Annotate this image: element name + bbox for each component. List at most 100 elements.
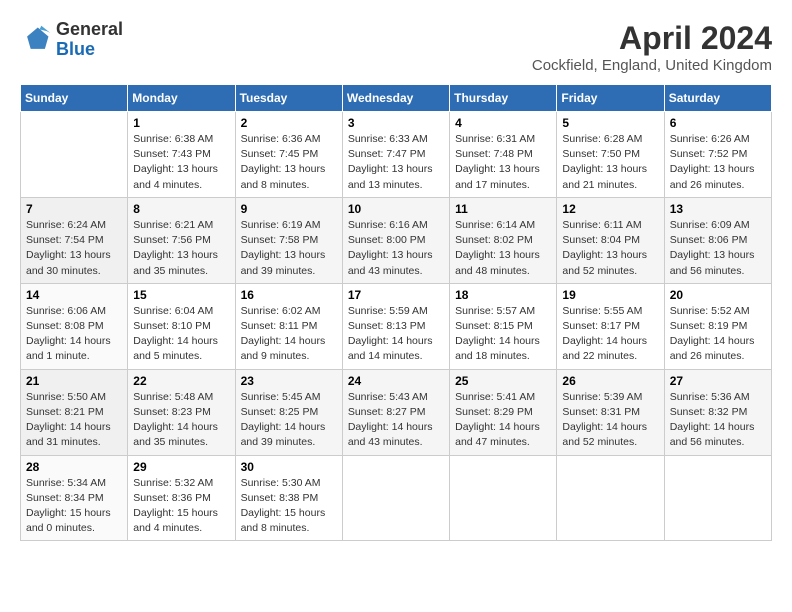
day-cell: 12 Sunrise: 6:11 AMSunset: 8:04 PMDayligh… [557, 197, 664, 283]
week-row-1: 1Sunrise: 6:38 AMSunset: 7:43 PMDaylight… [21, 112, 772, 198]
day-cell: 23 Sunrise: 5:45 AMSunset: 8:25 PMDayligh… [235, 369, 342, 455]
day-info: Sunrise: 6:26 AMSunset: 7:52 PMDaylight:… [670, 132, 766, 193]
day-number: 21 [26, 374, 122, 388]
day-cell: 15Sunrise: 6:04 AMSunset: 8:10 PMDayligh… [128, 283, 235, 369]
day-info: Sunrise: 6:02 AMSunset: 8:11 PMDaylight:… [241, 304, 337, 365]
day-info: Sunrise: 6:21 AMSunset: 7:56 PMDaylight:… [133, 218, 229, 279]
day-number: 7 [26, 202, 122, 216]
day-cell: 19 Sunrise: 5:55 AMSunset: 8:17 PMDayligh… [557, 283, 664, 369]
day-number: 27 [670, 374, 766, 388]
day-cell [342, 455, 449, 541]
day-info: Sunrise: 5:36 AMSunset: 8:32 PMDaylight:… [670, 390, 766, 451]
day-info: Sunrise: 6:11 AMSunset: 8:04 PMDaylight:… [562, 218, 658, 279]
day-number: 22 [133, 374, 229, 388]
day-info: Sunrise: 5:43 AMSunset: 8:27 PMDaylight:… [348, 390, 444, 451]
day-cell: 22 Sunrise: 5:48 AMSunset: 8:23 PMDayligh… [128, 369, 235, 455]
day-cell: 5Sunrise: 6:28 AMSunset: 7:50 PMDaylight… [557, 112, 664, 198]
day-number: 9 [241, 202, 337, 216]
day-info: Sunrise: 5:50 AMSunset: 8:21 PMDaylight:… [26, 390, 122, 451]
day-info: Sunrise: 6:33 AMSunset: 7:47 PMDaylight:… [348, 132, 444, 193]
week-row-5: 28 Sunrise: 5:34 AMSunset: 8:34 PMDayligh… [21, 455, 772, 541]
day-cell: 30 Sunrise: 5:30 AMSunset: 8:38 PMDayligh… [235, 455, 342, 541]
header-row: SundayMondayTuesdayWednesdayThursdayFrid… [21, 85, 772, 112]
day-cell: 9 Sunrise: 6:19 AMSunset: 7:58 PMDaylight… [235, 197, 342, 283]
day-cell: 28 Sunrise: 5:34 AMSunset: 8:34 PMDayligh… [21, 455, 128, 541]
day-number: 30 [241, 460, 337, 474]
day-number: 8 [133, 202, 229, 216]
day-number: 23 [241, 374, 337, 388]
day-info: Sunrise: 6:04 AMSunset: 8:10 PMDaylight:… [133, 304, 229, 365]
day-cell: 14 Sunrise: 6:06 AMSunset: 8:08 PMDayligh… [21, 283, 128, 369]
day-cell: 7 Sunrise: 6:24 AMSunset: 7:54 PMDaylight… [21, 197, 128, 283]
day-cell: 10 Sunrise: 6:16 AMSunset: 8:00 PMDayligh… [342, 197, 449, 283]
day-number: 13 [670, 202, 766, 216]
day-number: 20 [670, 288, 766, 302]
day-info: Sunrise: 6:16 AMSunset: 8:00 PMDaylight:… [348, 218, 444, 279]
calendar-header: SundayMondayTuesdayWednesdayThursdayFrid… [21, 85, 772, 112]
day-info: Sunrise: 5:55 AMSunset: 8:17 PMDaylight:… [562, 304, 658, 365]
logo: General Blue [20, 20, 123, 60]
header-sunday: Sunday [21, 85, 128, 112]
day-info: Sunrise: 6:09 AMSunset: 8:06 PMDaylight:… [670, 218, 766, 279]
header-wednesday: Wednesday [342, 85, 449, 112]
title-block: April 2024 Cockfield, England, United Ki… [532, 20, 772, 74]
day-info: Sunrise: 5:48 AMSunset: 8:23 PMDaylight:… [133, 390, 229, 451]
day-info: Sunrise: 5:57 AMSunset: 8:15 PMDaylight:… [455, 304, 551, 365]
day-number: 10 [348, 202, 444, 216]
day-number: 16 [241, 288, 337, 302]
day-number: 12 [562, 202, 658, 216]
day-number: 17 [348, 288, 444, 302]
calendar-table: SundayMondayTuesdayWednesdayThursdayFrid… [20, 84, 772, 541]
day-number: 29 [133, 460, 229, 474]
month-year-title: April 2024 [532, 20, 772, 57]
day-number: 1 [133, 116, 229, 130]
day-cell: 18 Sunrise: 5:57 AMSunset: 8:15 PMDayligh… [450, 283, 557, 369]
week-row-3: 14 Sunrise: 6:06 AMSunset: 8:08 PMDayligh… [21, 283, 772, 369]
day-info: Sunrise: 6:24 AMSunset: 7:54 PMDaylight:… [26, 218, 122, 279]
day-cell: 3Sunrise: 6:33 AMSunset: 7:47 PMDaylight… [342, 112, 449, 198]
day-number: 19 [562, 288, 658, 302]
page-header: General Blue April 2024 Cockfield, Engla… [20, 20, 772, 74]
logo-blue-text: Blue [56, 39, 95, 59]
day-info: Sunrise: 5:45 AMSunset: 8:25 PMDaylight:… [241, 390, 337, 451]
day-cell: 24 Sunrise: 5:43 AMSunset: 8:27 PMDayligh… [342, 369, 449, 455]
header-saturday: Saturday [664, 85, 771, 112]
location-subtitle: Cockfield, England, United Kingdom [532, 57, 772, 74]
day-number: 2 [241, 116, 337, 130]
day-cell: 20 Sunrise: 5:52 AMSunset: 8:19 PMDayligh… [664, 283, 771, 369]
day-number: 24 [348, 374, 444, 388]
day-info: Sunrise: 5:32 AMSunset: 8:36 PMDaylight:… [133, 476, 229, 537]
day-number: 6 [670, 116, 766, 130]
day-number: 4 [455, 116, 551, 130]
day-info: Sunrise: 5:30 AMSunset: 8:38 PMDaylight:… [241, 476, 337, 537]
day-cell [21, 112, 128, 198]
header-monday: Monday [128, 85, 235, 112]
day-info: Sunrise: 5:52 AMSunset: 8:19 PMDaylight:… [670, 304, 766, 365]
header-tuesday: Tuesday [235, 85, 342, 112]
day-info: Sunrise: 6:19 AMSunset: 7:58 PMDaylight:… [241, 218, 337, 279]
day-info: Sunrise: 6:28 AMSunset: 7:50 PMDaylight:… [562, 132, 658, 193]
day-cell: 1Sunrise: 6:38 AMSunset: 7:43 PMDaylight… [128, 112, 235, 198]
day-number: 18 [455, 288, 551, 302]
week-row-4: 21 Sunrise: 5:50 AMSunset: 8:21 PMDayligh… [21, 369, 772, 455]
day-info: Sunrise: 5:34 AMSunset: 8:34 PMDaylight:… [26, 476, 122, 537]
day-cell: 29 Sunrise: 5:32 AMSunset: 8:36 PMDayligh… [128, 455, 235, 541]
logo-general-text: General [56, 19, 123, 39]
day-number: 14 [26, 288, 122, 302]
day-info: Sunrise: 5:41 AMSunset: 8:29 PMDaylight:… [455, 390, 551, 451]
day-cell: 6 Sunrise: 6:26 AMSunset: 7:52 PMDaylight… [664, 112, 771, 198]
day-number: 28 [26, 460, 122, 474]
day-cell: 26Sunrise: 5:39 AMSunset: 8:31 PMDayligh… [557, 369, 664, 455]
day-info: Sunrise: 6:36 AMSunset: 7:45 PMDaylight:… [241, 132, 337, 193]
day-cell: 25Sunrise: 5:41 AMSunset: 8:29 PMDayligh… [450, 369, 557, 455]
day-cell [450, 455, 557, 541]
day-cell: 16 Sunrise: 6:02 AMSunset: 8:11 PMDayligh… [235, 283, 342, 369]
day-info: Sunrise: 6:14 AMSunset: 8:02 PMDaylight:… [455, 218, 551, 279]
day-info: Sunrise: 5:39 AMSunset: 8:31 PMDaylight:… [562, 390, 658, 451]
day-info: Sunrise: 6:06 AMSunset: 8:08 PMDaylight:… [26, 304, 122, 365]
day-cell [557, 455, 664, 541]
day-cell: 4Sunrise: 6:31 AMSunset: 7:48 PMDaylight… [450, 112, 557, 198]
calendar-body: 1Sunrise: 6:38 AMSunset: 7:43 PMDaylight… [21, 112, 772, 541]
day-cell: 11Sunrise: 6:14 AMSunset: 8:02 PMDayligh… [450, 197, 557, 283]
day-info: Sunrise: 5:59 AMSunset: 8:13 PMDaylight:… [348, 304, 444, 365]
